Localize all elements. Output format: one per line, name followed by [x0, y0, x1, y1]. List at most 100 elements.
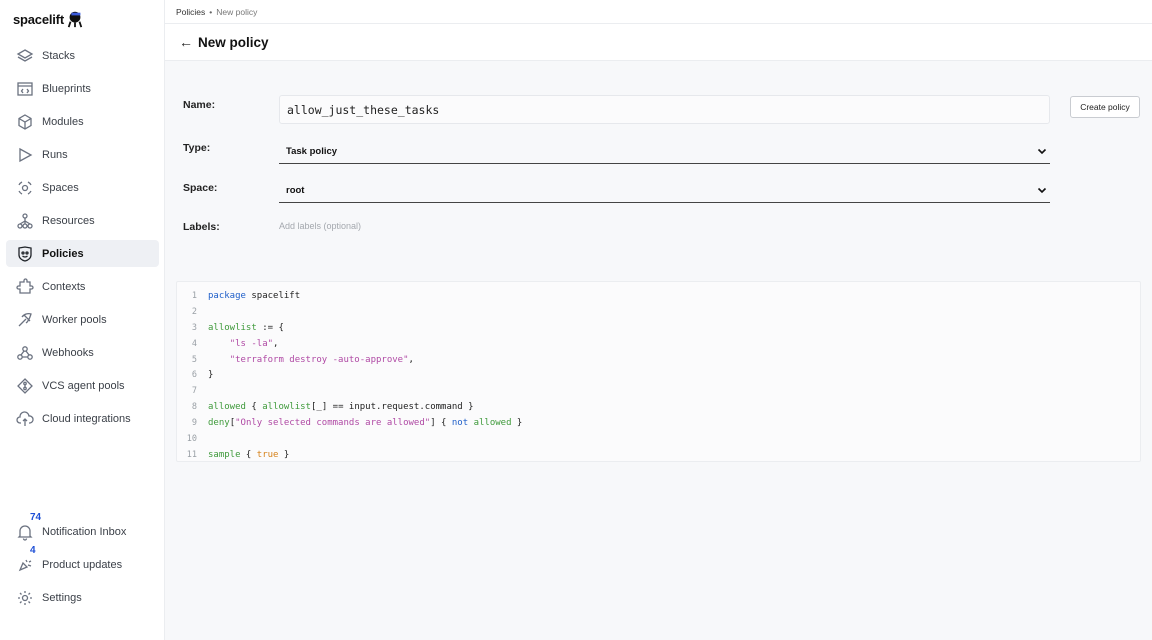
code-line[interactable]: 6} [177, 367, 1140, 383]
code-line[interactable]: 11 sample { true } [177, 447, 1140, 463]
breadcrumb-policies-link[interactable]: Policies [176, 7, 205, 17]
code-token: "terraform destroy -auto-approve" [229, 354, 409, 365]
code-line[interactable]: 5 "terraform destroy -auto-approve", [177, 352, 1140, 368]
code-token: not [451, 418, 469, 429]
notification-inbox-button[interactable]: 74 Notification Inbox [6, 512, 159, 546]
spaces-icon [16, 179, 34, 197]
product-updates-button[interactable]: 4 Product updates [6, 545, 159, 579]
code-token: ] { [430, 418, 452, 429]
code-line[interactable]: 2 [177, 304, 1140, 320]
vcs-agent-pools-icon [16, 377, 34, 395]
code-token: } [511, 418, 523, 429]
contexts-icon [16, 277, 34, 296]
sidebar-item-policies[interactable]: Policies [6, 240, 159, 267]
sidebar-item-cloud-integrations[interactable]: Cloud integrations [6, 405, 159, 432]
line-number: 9 [191, 418, 197, 429]
code-line[interactable]: 4 "ls -la", [177, 336, 1140, 352]
worker-pools-icon [16, 311, 34, 329]
sidebar-item-label: Stacks [42, 49, 76, 62]
code-token: } [278, 449, 290, 460]
code-editor[interactable]: 1 package spacelift 2 3 allowlist := {4 "ls … [176, 281, 1141, 462]
sidebar-item-webhooks[interactable]: Webhooks [6, 339, 159, 366]
back-arrow-icon[interactable]: ← [179, 34, 193, 50]
breadcrumb: Policies • New policy [165, 0, 1152, 24]
sidebar-item-label: Policies [42, 247, 84, 260]
settings-button[interactable]: Settings [6, 584, 159, 612]
space-value: root [286, 184, 305, 196]
sidebar-item-worker-pools[interactable]: Worker pools [6, 306, 159, 333]
code-token: , [273, 338, 279, 349]
type-label: Type: [183, 142, 211, 154]
cloud-integrations-icon [16, 410, 34, 428]
modules-icon [16, 113, 34, 131]
sidebar-item-label: Worker pools [42, 313, 107, 326]
sidebar-nav: Stacks Blueprints Modules Runs Spaces Re… [6, 42, 159, 438]
sidebar-item-label: Contexts [42, 280, 86, 293]
code-line[interactable]: 9 deny["Only selected commands are allowe… [177, 415, 1140, 431]
code-line[interactable]: 8 allowed { allowlist [_] == input.request… [177, 399, 1140, 415]
sidebar-item-label: Runs [42, 148, 68, 161]
breadcrumb-current: New policy [216, 6, 258, 17]
sidebar-item-contexts[interactable]: Contexts [6, 273, 159, 300]
product-updates-icon [16, 556, 34, 574]
code-token: := { [256, 322, 284, 333]
code-token: "Only selected commands are allowed" [235, 418, 431, 429]
breadcrumb-separator: • [209, 6, 213, 17]
code-line[interactable]: 3 allowlist := { [177, 320, 1140, 336]
sidebar-item-stacks[interactable]: Stacks [6, 42, 159, 69]
logo-text: spacelift [13, 11, 64, 27]
sidebar-item-modules[interactable]: Modules [6, 108, 159, 135]
labels-label: Labels: [183, 221, 220, 233]
line-number: 2 [191, 306, 197, 317]
policy-name-input[interactable]: allow_just_these_tasks [279, 95, 1050, 124]
line-number: 1 [191, 290, 197, 301]
chevron-down-icon [1037, 148, 1047, 155]
main-content: Policies • New policy ← New policy Name:… [165, 0, 1152, 640]
line-number: 11 [186, 449, 197, 460]
sidebar-item-vcs-agent-pools[interactable]: VCS agent pools [6, 372, 159, 399]
sidebar-item-resources[interactable]: Resources [6, 207, 159, 234]
sidebar-item-spaces[interactable]: Spaces [6, 174, 159, 201]
code-token: allowed [208, 402, 246, 413]
stacks-icon [16, 47, 34, 65]
notification-inbox-label: Notification Inbox [42, 526, 127, 538]
space-label: Space: [183, 182, 218, 194]
code-line[interactable]: 10 [177, 431, 1140, 447]
code-token: [_] == input.request.command } [310, 402, 474, 413]
code-line[interactable]: 1 package spacelift [177, 288, 1140, 304]
page-title: New policy [198, 34, 269, 50]
sidebar-item-label: Resources [42, 214, 95, 227]
space-select[interactable]: root [279, 178, 1050, 203]
create-policy-button[interactable]: Create policy [1070, 96, 1140, 118]
sidebar-item-label: Modules [42, 115, 84, 128]
code-token: package [208, 290, 246, 301]
code-token: allowed [473, 418, 512, 429]
code-token: "ls -la" [229, 338, 274, 349]
line-number: 4 [191, 338, 197, 349]
line-number: 5 [191, 354, 197, 365]
sidebar: spacelift Stacks Blueprints Modules Runs… [0, 0, 165, 640]
code-token: { [240, 449, 257, 460]
line-number: 10 [186, 433, 197, 444]
code-token: } [208, 370, 214, 381]
sidebar-item-runs[interactable]: Runs [6, 141, 159, 168]
labels-input[interactable]: Add labels (optional) [279, 221, 361, 231]
runs-icon [16, 146, 34, 164]
code-token: deny [208, 418, 230, 429]
policy-type-select[interactable]: Task policy [279, 139, 1050, 164]
spacelift-logo[interactable]: spacelift [13, 8, 84, 30]
gear-icon [16, 589, 34, 607]
chevron-down-icon [1037, 187, 1047, 194]
code-token: allowlist [208, 322, 257, 333]
code-token: { [245, 402, 263, 413]
sidebar-item-label: VCS agent pools [42, 379, 125, 392]
sidebar-item-label: Spaces [42, 181, 79, 194]
code-line[interactable]: 7 [177, 383, 1140, 399]
settings-label: Settings [42, 592, 82, 604]
code-token: allowlist [262, 402, 311, 413]
product-updates-label: Product updates [42, 559, 123, 571]
sidebar-item-label: Webhooks [42, 346, 94, 359]
page-header: ← New policy [165, 24, 1152, 61]
sidebar-item-blueprints[interactable]: Blueprints [6, 75, 159, 102]
